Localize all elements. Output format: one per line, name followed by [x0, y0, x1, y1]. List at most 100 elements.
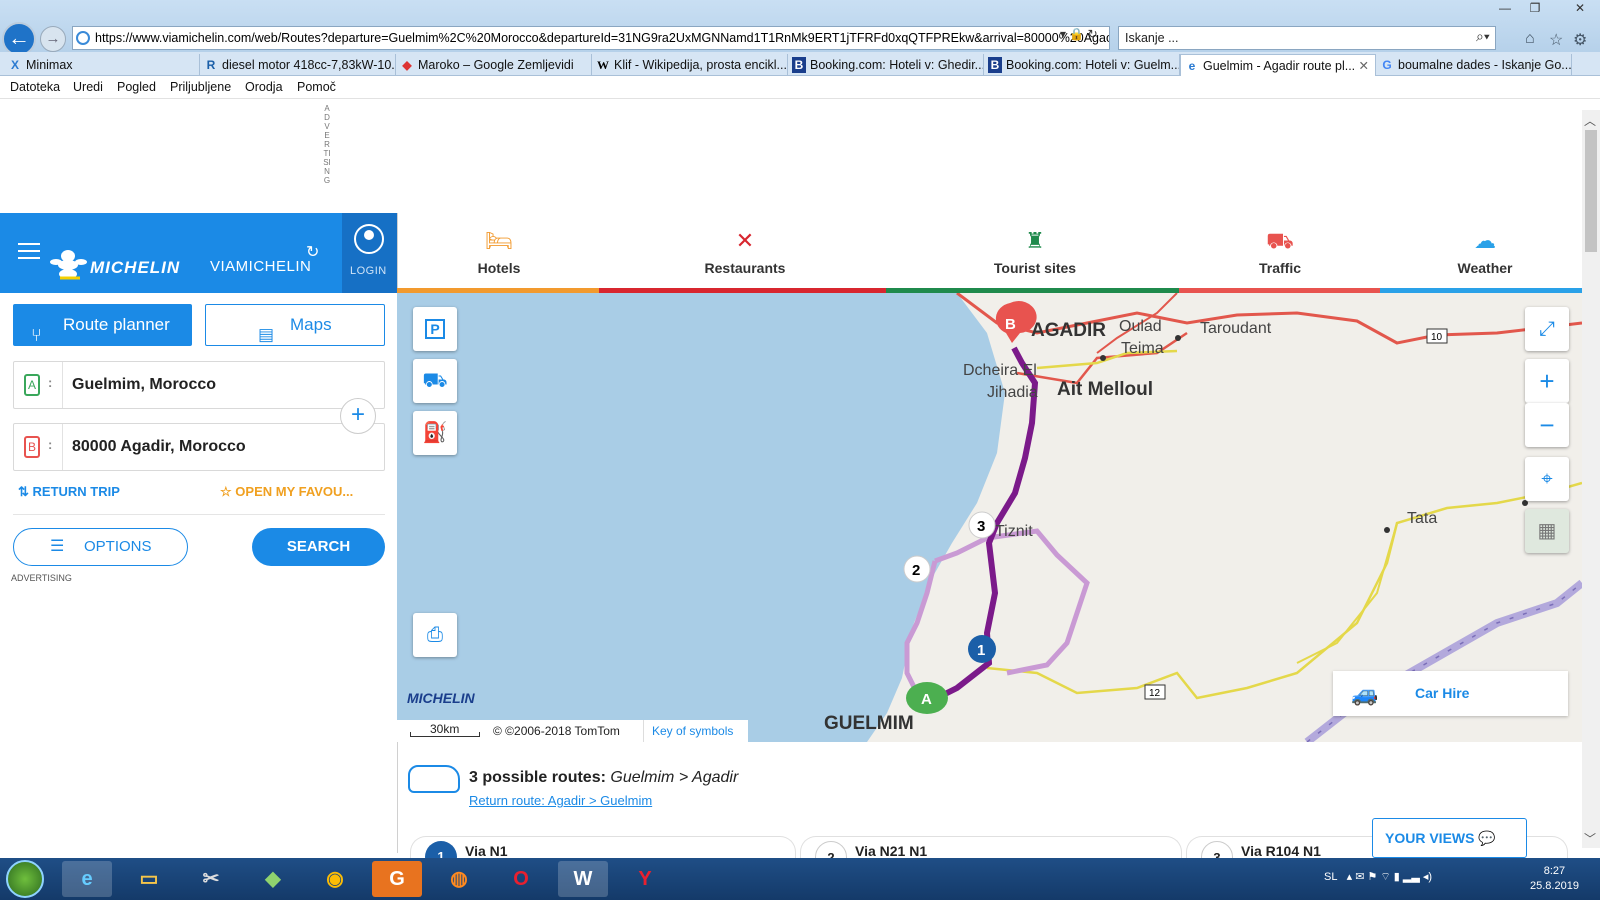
- map-layer-switch-button[interactable]: ▦: [1525, 509, 1569, 553]
- taskbar-word-icon[interactable]: W: [558, 861, 608, 897]
- arrival-field[interactable]: B : 80000 Agadir, Morocco: [13, 423, 385, 471]
- tab-label: Minimax: [26, 58, 73, 72]
- road-shield-label: 12: [1149, 688, 1161, 699]
- michelin-logo-text[interactable]: MICHELIN: [90, 258, 180, 278]
- maps-button[interactable]: ▤ Maps: [205, 304, 385, 346]
- options-button[interactable]: ☰ OPTIONS: [13, 528, 188, 566]
- route-card-name: Via N1: [465, 843, 508, 859]
- tab-minimax[interactable]: X Minimax: [4, 54, 200, 76]
- language-indicator[interactable]: SL: [1324, 871, 1337, 883]
- key-of-symbols-link[interactable]: Key of symbols: [643, 720, 748, 742]
- start-button[interactable]: [6, 860, 44, 898]
- scrollbar-thumb[interactable]: [1585, 130, 1597, 252]
- taskbar-chrome-icon[interactable]: ◉: [310, 861, 360, 897]
- star-icon: ☆: [220, 484, 236, 499]
- browser-search-input[interactable]: Iskanje ...: [1118, 26, 1496, 50]
- menu-favorites[interactable]: Priljubljene: [170, 80, 231, 94]
- category-traffic[interactable]: ⛟ Traffic: [1230, 218, 1330, 293]
- back-button[interactable]: ←: [2, 22, 36, 56]
- category-weather[interactable]: ☁ Weather: [1430, 218, 1540, 293]
- departure-field[interactable]: A : Guelmim, Morocco: [13, 361, 385, 409]
- ie-page-icon: e: [1188, 59, 1196, 73]
- taskbar-ie-icon[interactable]: e: [62, 861, 112, 897]
- fullscreen-button[interactable]: ⤢: [1525, 307, 1569, 351]
- results-title: 3 possible routes: Guelmim > Agadir: [469, 769, 738, 787]
- tab-booking-2[interactable]: B Booking.com: Hoteli v: Guelm...: [984, 54, 1180, 76]
- search-icon[interactable]: ⌕▾: [1476, 28, 1490, 45]
- route-card-1[interactable]: 1 Via N1: [410, 836, 796, 873]
- login-label[interactable]: LOGIN: [350, 265, 387, 277]
- category-tourist-sites[interactable]: ♜ Tourist sites: [970, 218, 1100, 293]
- forward-button[interactable]: →: [40, 26, 66, 52]
- car-hire-label: Car Hire: [1415, 685, 1470, 701]
- zoom-out-button[interactable]: −: [1525, 403, 1569, 447]
- menu-file[interactable]: Datoteka: [10, 80, 60, 94]
- minus-icon: −: [1539, 410, 1555, 440]
- hamburger-menu-icon[interactable]: [18, 243, 40, 259]
- taskbar-yandex-icon[interactable]: Y: [620, 861, 670, 897]
- route-planner-button[interactable]: ⑂ Route planner: [13, 304, 192, 346]
- taskbar-pdf-icon[interactable]: G: [372, 861, 422, 897]
- menu-view[interactable]: Pogled: [117, 80, 156, 94]
- print-button[interactable]: ⎙: [413, 613, 457, 657]
- menu-tools[interactable]: Orodja: [245, 80, 283, 94]
- search-button[interactable]: SEARCH: [252, 528, 385, 566]
- menu-help[interactable]: Pomoč: [297, 80, 336, 94]
- scroll-up-icon[interactable]: ︿: [1584, 112, 1596, 129]
- endpoint-b-label: B: [1005, 316, 1016, 333]
- return-route-link[interactable]: Return route: Agadir > Guelmim: [469, 793, 652, 808]
- divider: [13, 514, 385, 515]
- traffic-layer-button[interactable]: ⛟: [413, 359, 457, 403]
- taskbar-firefox-icon[interactable]: ◍: [434, 861, 484, 897]
- clock[interactable]: 8:27 25.8.2019: [1530, 864, 1579, 894]
- minimize-button[interactable]: —: [1492, 0, 1518, 18]
- taskbar-explorer-icon[interactable]: ▭: [124, 861, 174, 897]
- place-ait-melloul: Ait Melloul: [1057, 379, 1153, 400]
- home-icon[interactable]: ⌂: [1525, 30, 1535, 48]
- gear-icon[interactable]: ⚙: [1573, 30, 1587, 50]
- tab-label: Klif - Wikipedija, prosta encikl...: [614, 58, 787, 72]
- tab-active-viamichelin[interactable]: e Guelmim - Agadir route pl... ✕: [1180, 54, 1376, 76]
- tab-booking-1[interactable]: B Booking.com: Hoteli v: Ghedir...: [788, 54, 984, 76]
- parking-button[interactable]: P: [413, 307, 457, 351]
- address-bar[interactable]: https://www.viamichelin.com/web/Routes?d…: [72, 26, 1110, 50]
- field-separator-dots: :: [48, 375, 53, 390]
- address-actions[interactable]: ▾ 🔒 ↻: [1060, 27, 1098, 41]
- fuel-button[interactable]: ⛽: [413, 411, 457, 455]
- close-window-button[interactable]: ✕: [1560, 0, 1600, 18]
- viamichelin-logo-text[interactable]: VIAMICHELIN: [210, 258, 311, 275]
- booking-icon: B: [792, 57, 806, 73]
- category-hotels[interactable]: 🛏 Hotels: [444, 218, 554, 293]
- departure-input[interactable]: Guelmim, Morocco: [72, 376, 216, 394]
- tab-wikipedia[interactable]: W Klif - Wikipedija, prosta encikl...: [592, 54, 788, 76]
- open-favourites-link[interactable]: ☆ OPEN MY FAVOU...: [220, 484, 353, 500]
- zoom-in-button[interactable]: +: [1525, 359, 1569, 403]
- car-icon: ⛟: [422, 370, 448, 392]
- system-tray[interactable]: SL ▴ ✉ ⚑ ⌔ ▮ ▂▃ ◂): [1324, 870, 1432, 884]
- tab-diesel[interactable]: Rdiesel motor 418cc-7,83kW-10...: [200, 54, 396, 76]
- menu-edit[interactable]: Uredi: [73, 80, 103, 94]
- maximize-button[interactable]: ❐: [1522, 0, 1548, 18]
- route-card-2[interactable]: 2 Via N21 N1: [800, 836, 1182, 873]
- your-views-button[interactable]: YOUR VIEWS 💬: [1372, 818, 1527, 858]
- tab-google-search[interactable]: Gboumalne dades - Iskanje Go...: [1376, 54, 1572, 76]
- refresh-icon[interactable]: ↻: [306, 242, 319, 262]
- favorites-star-icon[interactable]: ☆: [1549, 30, 1563, 50]
- return-trip-link[interactable]: ⇅ RETURN TRIP: [18, 484, 120, 500]
- taskbar-opera-icon[interactable]: O: [496, 861, 546, 897]
- locate-button[interactable]: ⌖: [1525, 457, 1569, 501]
- scroll-down-icon[interactable]: ﹀: [1584, 830, 1596, 847]
- fuel-pump-icon: ⛽: [422, 422, 448, 444]
- tab-google-maps[interactable]: ◆ Maroko – Google Zemljevidi: [396, 54, 592, 76]
- close-tab-icon[interactable]: ✕: [1359, 55, 1369, 76]
- car-hire-button[interactable]: 🚙 Car Hire: [1333, 671, 1568, 716]
- add-stop-button[interactable]: +: [340, 398, 376, 434]
- category-restaurants[interactable]: ✕ Restaurants: [680, 218, 810, 293]
- taskbar-folder-icon[interactable]: ◆: [248, 861, 298, 897]
- arrival-input[interactable]: 80000 Agadir, Morocco: [72, 438, 246, 456]
- route-card-name: Via R104 N1: [1241, 843, 1321, 859]
- taskbar-tool-icon[interactable]: ✂: [186, 861, 236, 897]
- tray-icons[interactable]: ▴ ✉ ⚑ ⌔ ▮ ▂▃ ◂): [1347, 871, 1432, 883]
- copyright-text: © ©2006-2018 TomTom: [493, 724, 620, 738]
- user-avatar-icon[interactable]: [354, 224, 384, 254]
